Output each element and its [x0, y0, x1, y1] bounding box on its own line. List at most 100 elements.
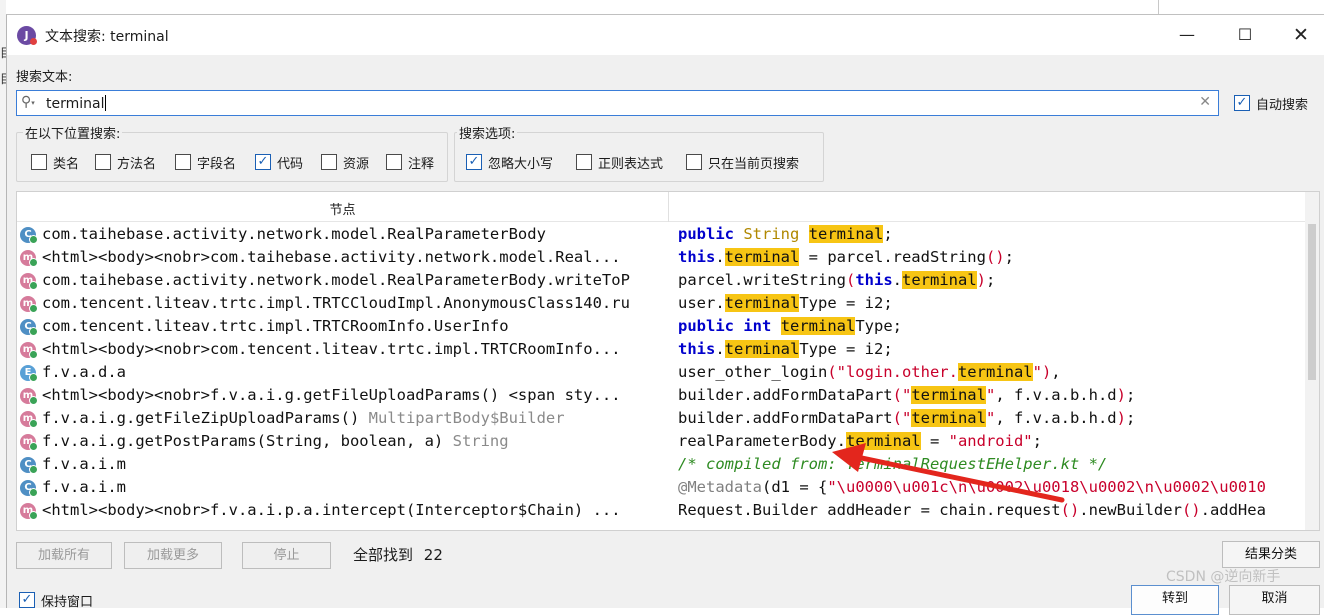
load-more-button[interactable]: 加载更多: [124, 542, 222, 569]
method-name-checkbox[interactable]: [95, 154, 111, 170]
auto-search-checkbox[interactable]: ✓: [1234, 95, 1250, 111]
results-header: 节点: [17, 192, 1305, 222]
table-row[interactable]: Ccom.taihebase.activity.network.model.Re…: [17, 224, 1307, 247]
result-node-name: f.v.a.d.a: [42, 363, 126, 381]
method-icon: m: [20, 296, 38, 313]
code-token: = parcel.readString: [799, 248, 986, 266]
field-name-checkbox[interactable]: [175, 154, 191, 170]
table-row[interactable]: m com.tencent.liteav.trtc.impl.TRTCCloudI…: [17, 293, 1307, 316]
method-icon: m: [20, 411, 38, 428]
code-token: realParameterBody.: [678, 432, 846, 450]
close-button[interactable]: ✕: [1285, 21, 1317, 49]
title-bar[interactable]: J 文本搜索: terminal — ☐ ✕: [7, 15, 1324, 55]
result-node: <html><body><nobr>f.v.a.i.g.getFileUploa…: [42, 386, 667, 404]
table-row[interactable]: m <html><body><nobr>com.tencent.liteav.tr…: [17, 339, 1307, 362]
code-token: builder.addFormDataPart: [678, 409, 893, 427]
result-code-line: builder.addFormDataPart("terminal", f.v.…: [678, 386, 1306, 404]
code-token: public: [678, 317, 734, 335]
result-code-line: public int terminalType;: [678, 317, 1306, 335]
result-code-line: builder.addFormDataPart("terminal", f.v.…: [678, 409, 1306, 427]
results-table[interactable]: 节点 Ccom.taihebase.activity.network.model…: [16, 191, 1320, 531]
result-code-line: this.terminal = parcel.readString();: [678, 248, 1306, 266]
enum-icon: E: [20, 365, 38, 382]
search-scope-label: 在以下位置搜索:: [23, 123, 123, 142]
search-text-label: 搜索文本:: [16, 70, 73, 85]
table-row[interactable]: m <html><body><nobr>f.v.a.i.p.a.intercept…: [17, 500, 1307, 523]
result-node: <html><body><nobr>com.tencent.liteav.trt…: [42, 340, 667, 358]
group-results-button[interactable]: 结果分类: [1222, 541, 1320, 568]
class-name-label: 类名: [53, 157, 80, 172]
result-node-name: <html><body><nobr>f.v.a.i.p.a.intercept(…: [42, 501, 621, 519]
found-count-text: 全部找到 22: [353, 544, 443, 565]
table-row[interactable]: m f.v.a.i.g.getFileZipUploadParams() Mult…: [17, 408, 1307, 431]
match-highlight: terminal: [911, 409, 986, 427]
match-highlight: terminal: [957, 363, 1033, 381]
match-highlight: terminal: [902, 271, 977, 289]
comment-label: 注释: [408, 157, 435, 172]
class-icon: C: [20, 480, 38, 497]
method-icon: m: [20, 273, 38, 290]
table-row[interactable]: Ccom.tencent.liteav.trtc.impl.TRTCRoomIn…: [17, 316, 1307, 339]
comment-checkbox[interactable]: [386, 154, 402, 170]
jadx-app-icon: J: [17, 26, 37, 45]
code-token: ;: [1032, 432, 1042, 450]
table-row[interactable]: Cf.v.a.i.m /* compiled from: TerminalRequ…: [17, 454, 1307, 477]
clear-icon[interactable]: ✕: [1199, 94, 1211, 110]
results-scrollbar[interactable]: [1305, 192, 1319, 530]
stop-button[interactable]: 停止: [242, 542, 331, 569]
table-row[interactable]: m <html><body><nobr>f.v.a.i.g.getFileUplo…: [17, 385, 1307, 408]
result-node: f.v.a.i.g.getFileZipUploadParams() Multi…: [42, 409, 667, 427]
cancel-button[interactable]: 取消: [1229, 585, 1320, 615]
result-node: f.v.a.i.m: [42, 455, 667, 473]
code-token: ;: [883, 225, 893, 243]
resource-checkbox[interactable]: [321, 154, 337, 170]
result-code-line: this.terminalType = i2;: [678, 340, 1306, 358]
ignore-case-checkbox[interactable]: ✓: [466, 154, 482, 170]
goto-button[interactable]: 转到: [1131, 585, 1219, 615]
code-label: 代码: [277, 157, 304, 172]
code-token: /* compiled from: TerminalRequestEHelper…: [678, 455, 1108, 473]
result-node-name: com.tencent.liteav.trtc.impl.TRTCRoomInf…: [42, 317, 509, 335]
match-highlight: terminal: [724, 248, 800, 266]
result-node: f.v.a.d.a: [42, 363, 667, 381]
resource-label: 资源: [343, 157, 370, 172]
search-input[interactable]: ⚲▾ terminal ✕: [16, 90, 1219, 116]
table-row[interactable]: m <html><body><nobr>com.taihebase.activit…: [17, 247, 1307, 270]
code-checkbox[interactable]: ✓: [255, 154, 271, 170]
scrollbar-thumb[interactable]: [1308, 224, 1316, 380]
table-row[interactable]: Cf.v.a.i.m @Metadata(d1 = {"\u0000\u001c\…: [17, 477, 1307, 500]
auto-search-label: 自动搜索: [1256, 98, 1309, 113]
column-header-node[interactable]: 节点: [17, 199, 668, 218]
result-node: <html><body><nobr>f.v.a.i.p.a.intercept(…: [42, 501, 667, 519]
result-node: f.v.a.i.m: [42, 478, 667, 496]
maximize-button[interactable]: ☐: [1229, 21, 1261, 49]
result-node: f.v.a.i.g.getPostParams(String, boolean,…: [42, 432, 667, 450]
current-page-only-checkbox[interactable]: [686, 154, 702, 170]
code-token: (": [892, 409, 912, 427]
table-row[interactable]: m com.taihebase.activity.network.model.Re…: [17, 270, 1307, 293]
code-token: Type = i2;: [799, 294, 893, 312]
found-label: 全部找到: [353, 546, 414, 564]
result-code-line: user.terminalType = i2;: [678, 294, 1306, 312]
table-row[interactable]: Ef.v.a.d.a user_other_login("login.other.…: [17, 362, 1307, 385]
keep-window-checkbox[interactable]: ✓: [19, 592, 35, 608]
code-token: parcel.writeString: [678, 271, 846, 289]
code-token: ): [1116, 386, 1126, 404]
result-node: com.taihebase.activity.network.model.Rea…: [42, 225, 667, 243]
result-node-name: f.v.a.i.m: [42, 455, 126, 473]
regex-label: 正则表达式: [598, 157, 664, 172]
result-node: <html><body><nobr>com.taihebase.activity…: [42, 248, 667, 266]
class-name-checkbox[interactable]: [31, 154, 47, 170]
code-token: (): [985, 248, 1005, 266]
regex-checkbox[interactable]: [576, 154, 592, 170]
result-code-line: user_other_login("login.other.terminal")…: [678, 363, 1306, 381]
minimize-button[interactable]: —: [1171, 21, 1203, 49]
table-row[interactable]: m f.v.a.i.g.getPostParams(String, boolean…: [17, 431, 1307, 454]
result-node-name: com.taihebase.activity.network.model.Rea…: [42, 225, 546, 243]
code-token: ;: [1004, 248, 1014, 266]
code-token: "android": [948, 432, 1033, 450]
code-token: , f.v.a.b.h.d: [995, 409, 1117, 427]
load-all-button[interactable]: 加载所有: [16, 542, 112, 569]
